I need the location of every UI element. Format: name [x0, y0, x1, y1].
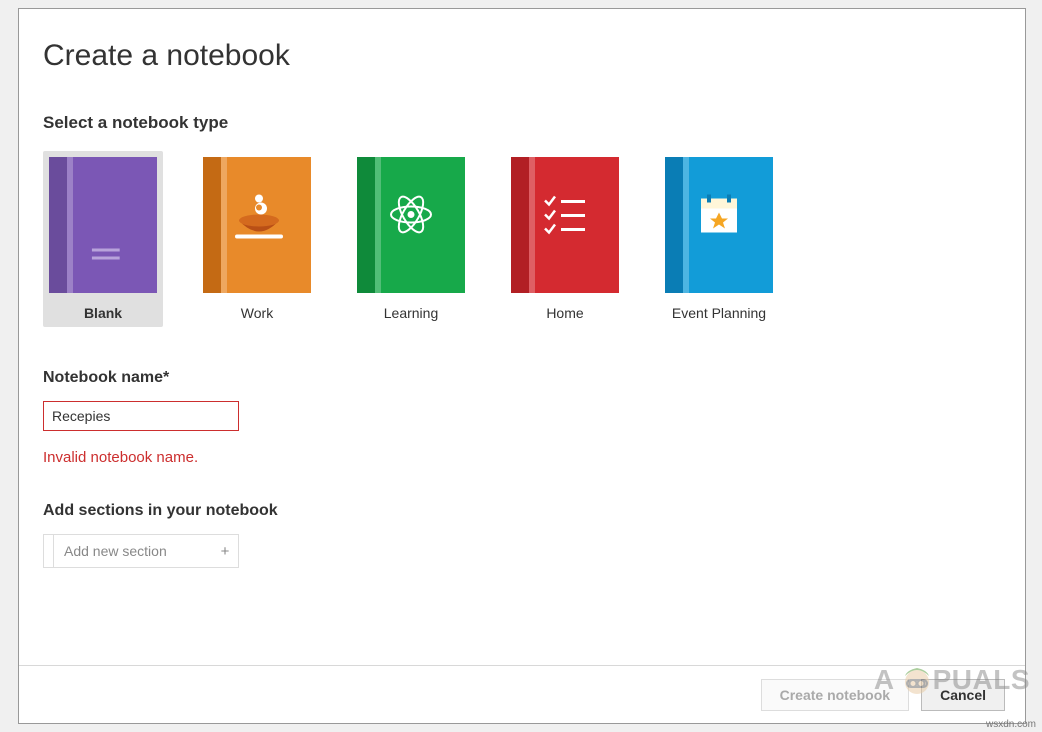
notebook-type-label: Event Planning	[672, 305, 766, 321]
notebook-type-event-planning[interactable]: Event Planning	[659, 151, 779, 327]
create-notebook-button[interactable]: Create notebook	[761, 679, 909, 711]
notebook-type-list: Blank	[43, 151, 1001, 327]
sections-label: Add sections in your notebook	[43, 502, 1001, 520]
notebook-type-label: Blank	[84, 305, 122, 321]
calendar-star-icon	[697, 192, 741, 241]
add-section-placeholder: Add new section	[54, 543, 212, 559]
notebook-type-label: Learning	[384, 305, 439, 321]
cancel-button[interactable]: Cancel	[921, 679, 1005, 711]
notebook-name-label: Notebook name*	[43, 369, 1001, 387]
checklist-icon	[543, 194, 587, 239]
dialog-footer: Create notebook Cancel	[19, 665, 1025, 723]
notebook-type-label: Home	[546, 305, 583, 321]
notebook-type-label: Work	[241, 305, 273, 321]
coffee-cup-icon	[231, 186, 283, 247]
type-section-label: Select a notebook type	[43, 113, 1001, 133]
dialog-title: Create a notebook	[43, 39, 1001, 73]
notebook-type-work[interactable]: Work	[197, 151, 317, 327]
plus-icon: +	[212, 543, 238, 560]
site-watermark: wsxdn.com	[986, 719, 1036, 730]
create-notebook-dialog: Create a notebook Select a notebook type…	[18, 8, 1026, 724]
notebook-name-error: Invalid notebook name.	[43, 449, 1001, 466]
notebook-name-input[interactable]	[43, 401, 239, 431]
blank-lines-icon	[92, 247, 120, 265]
add-section-button[interactable]: Add new section +	[43, 534, 239, 568]
section-tab-marker	[44, 535, 54, 567]
atom-icon	[387, 190, 435, 243]
notebook-type-blank[interactable]: Blank	[43, 151, 163, 327]
notebook-type-home[interactable]: Home	[505, 151, 625, 327]
notebook-type-learning[interactable]: Learning	[351, 151, 471, 327]
